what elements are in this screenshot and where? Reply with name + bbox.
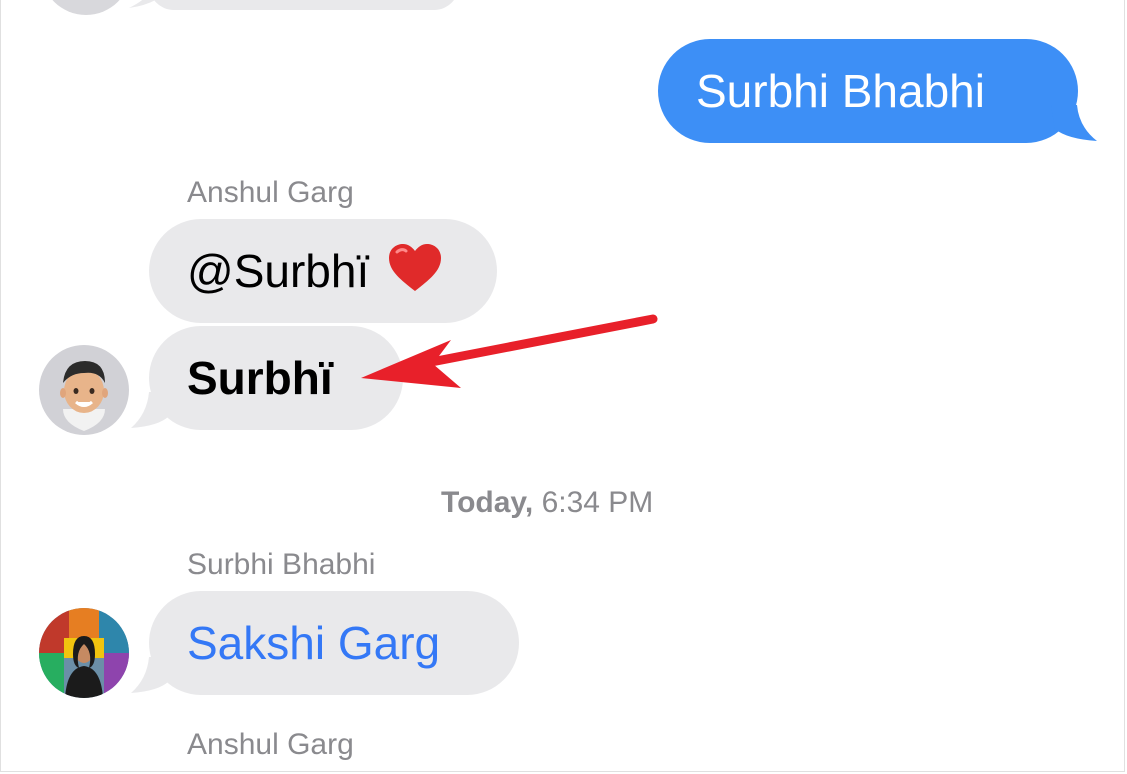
- sender-name: Surbhi Bhabhi: [187, 548, 376, 581]
- chat-window: Surbhi Bhabhi Anshul Garg @Surbhï Surbhï: [0, 0, 1125, 772]
- sent-message-text: Surbhi Bhabhi: [696, 65, 985, 117]
- message-text: Surbhï: [187, 352, 333, 404]
- partial-avatar[interactable]: [41, 0, 131, 15]
- photo-avatar-icon[interactable]: [39, 608, 129, 698]
- received-bubble-tail: [131, 392, 173, 428]
- received-bubble-tail: [131, 657, 173, 693]
- message-text: @Surbhï: [187, 245, 370, 297]
- sender-name: Anshul Garg: [187, 728, 354, 761]
- memoji-avatar-icon[interactable]: [39, 345, 129, 435]
- mention-link[interactable]: Sakshi Garg: [187, 620, 440, 666]
- sent-bubble-tail: [1051, 105, 1097, 141]
- heart-emoji-icon: [387, 243, 443, 300]
- annotation-arrow: [361, 314, 658, 388]
- timestamp-day: Today,: [441, 486, 534, 519]
- message-bubble[interactable]: Sakshi Garg: [149, 591, 519, 695]
- partial-message-bubble[interactable]: [149, 0, 459, 10]
- timestamp-time: 6:34 PM: [541, 486, 654, 519]
- conversation-timestamp: Today, 6:34 PM: [441, 486, 653, 520]
- sent-message-bubble[interactable]: Surbhi Bhabhi: [658, 39, 1078, 143]
- sender-name: Anshul Garg: [187, 176, 354, 209]
- partial-bubble-tail: [129, 0, 156, 8]
